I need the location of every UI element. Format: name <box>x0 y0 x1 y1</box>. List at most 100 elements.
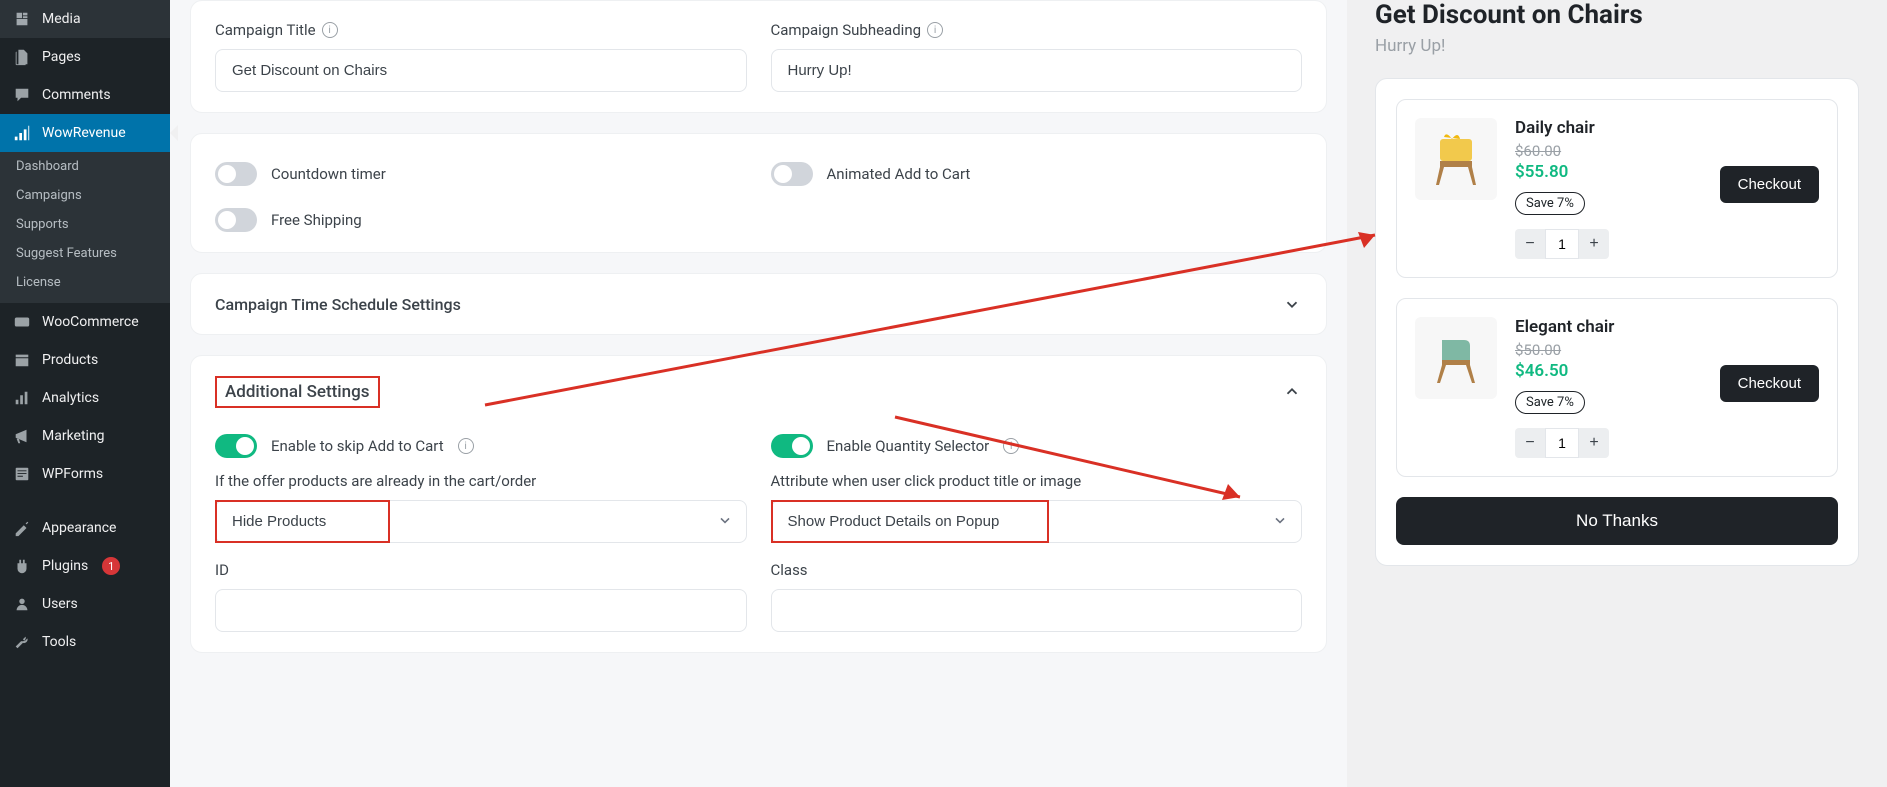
toggle-qty-selector[interactable] <box>771 434 813 458</box>
sidebar-label: Pages <box>42 49 81 65</box>
sidebar-item-wowrevenue[interactable]: WowRevenue <box>0 114 170 152</box>
campaign-subheading-input[interactable] <box>771 49 1303 92</box>
sublink-suggest[interactable]: Suggest Features <box>0 239 170 268</box>
sidebar-item-products[interactable]: Products <box>0 341 170 379</box>
appearance-icon <box>12 518 32 538</box>
sidebar-item-comments[interactable]: Comments <box>0 76 170 114</box>
tools-icon <box>12 632 32 652</box>
product-name: Daily chair <box>1515 118 1819 138</box>
toggle-skip-addtocart[interactable] <box>215 434 257 458</box>
sidebar-label: Comments <box>42 87 111 103</box>
no-thanks-button[interactable]: No Thanks <box>1396 497 1838 545</box>
select-show-popup[interactable]: Show Product Details on Popup <box>771 500 1303 543</box>
chevron-down-icon <box>1282 294 1302 314</box>
info-icon[interactable]: i <box>1003 438 1019 454</box>
panel-additional: Additional Settings Enable to skip Add t… <box>190 355 1327 653</box>
campaign-title-input[interactable] <box>215 49 747 92</box>
main-content: Campaign Title i Campaign Subheading i <box>170 0 1347 787</box>
product-name: Elegant chair <box>1515 317 1819 337</box>
sidebar-label: WooCommerce <box>42 314 139 330</box>
sidebar-item-woocommerce[interactable]: WooCommerce <box>0 303 170 341</box>
sidebar-label: Tools <box>42 634 76 650</box>
info-icon[interactable]: i <box>458 438 474 454</box>
qty-input[interactable] <box>1545 428 1579 458</box>
sidebar-label: WPForms <box>42 466 103 482</box>
toggle-qty-label: Enable Quantity Selector <box>827 437 990 455</box>
marketing-icon <box>12 426 32 446</box>
sublink-supports[interactable]: Supports <box>0 210 170 239</box>
cart-question-label: If the offer products are already in the… <box>215 472 747 490</box>
wowrevenue-icon <box>12 123 32 143</box>
qty-increase-button[interactable]: + <box>1579 229 1609 259</box>
qty-decrease-button[interactable]: − <box>1515 229 1545 259</box>
sublink-license[interactable]: License <box>0 268 170 297</box>
qty-input[interactable] <box>1545 229 1579 259</box>
chair-icon <box>1426 328 1486 388</box>
qty-decrease-button[interactable]: − <box>1515 428 1545 458</box>
analytics-icon <box>12 388 32 408</box>
users-icon <box>12 594 32 614</box>
sidebar-item-tools[interactable]: Tools <box>0 623 170 661</box>
quantity-selector: − + <box>1515 428 1819 458</box>
sidebar-item-plugins[interactable]: Plugins 1 <box>0 547 170 585</box>
sidebar-item-pages[interactable]: Pages <box>0 38 170 76</box>
panel-campaign-titles: Campaign Title i Campaign Subheading i <box>190 0 1327 113</box>
select-hide-products[interactable]: Hide Products <box>215 500 747 543</box>
quantity-selector: − + <box>1515 229 1819 259</box>
id-label: ID <box>215 561 747 579</box>
annotation-box: Additional Settings <box>215 376 380 408</box>
toggle-freeshipping-label: Free Shipping <box>271 211 362 229</box>
qty-increase-button[interactable]: + <box>1579 428 1609 458</box>
product-image[interactable] <box>1415 118 1497 200</box>
info-icon[interactable]: i <box>322 22 338 38</box>
sidebar-label: Media <box>42 11 81 27</box>
sublink-dashboard[interactable]: Dashboard <box>0 152 170 181</box>
sidebar-item-appearance[interactable]: Appearance <box>0 509 170 547</box>
toggle-freeshipping[interactable] <box>215 208 257 232</box>
woo-icon <box>12 312 32 332</box>
save-badge: Save 7% <box>1515 391 1585 414</box>
price-old: $60.00 <box>1515 142 1819 160</box>
sidebar-item-media[interactable]: Media <box>0 0 170 38</box>
toggle-skip-label: Enable to skip Add to Cart <box>271 437 444 455</box>
checkout-button[interactable]: Checkout <box>1720 365 1819 402</box>
plugins-badge: 1 <box>102 557 120 575</box>
preview-pane: Get Discount on Chairs Hurry Up! Daily c… <box>1347 0 1887 787</box>
comments-icon <box>12 85 32 105</box>
media-icon <box>12 9 32 29</box>
wpforms-icon <box>12 464 32 484</box>
chair-icon <box>1426 129 1486 189</box>
sidebar-item-analytics[interactable]: Analytics <box>0 379 170 417</box>
chevron-up-icon[interactable] <box>1282 382 1302 402</box>
checkout-button[interactable]: Checkout <box>1720 166 1819 203</box>
panel-toggles: Countdown timer Free Shipping Animated A… <box>190 133 1327 253</box>
toggle-countdown[interactable] <box>215 162 257 186</box>
sidebar-submenu: Dashboard Campaigns Supports Suggest Fea… <box>0 152 170 303</box>
campaign-title-label: Campaign Title i <box>215 21 747 39</box>
sidebar-label: Users <box>42 596 78 612</box>
panel-schedule[interactable]: Campaign Time Schedule Settings <box>190 273 1327 335</box>
admin-sidebar: Media Pages Comments WowRevenue Dashboar… <box>0 0 170 787</box>
sidebar-label: WowRevenue <box>42 125 126 141</box>
sidebar-item-marketing[interactable]: Marketing <box>0 417 170 455</box>
product-card: Elegant chair $50.00 $46.50 Save 7% − + … <box>1396 298 1838 477</box>
sidebar-label: Plugins <box>42 558 88 574</box>
sidebar-label: Marketing <box>42 428 105 444</box>
toggle-animated-cart[interactable] <box>771 162 813 186</box>
info-icon[interactable]: i <box>927 22 943 38</box>
sidebar-item-users[interactable]: Users <box>0 585 170 623</box>
class-label: Class <box>771 561 1303 579</box>
preview-subheading: Hurry Up! <box>1375 36 1859 56</box>
campaign-subheading-label: Campaign Subheading i <box>771 21 1303 39</box>
product-image[interactable] <box>1415 317 1497 399</box>
sidebar-item-wpforms[interactable]: WPForms <box>0 455 170 493</box>
class-input[interactable] <box>771 589 1303 632</box>
id-input[interactable] <box>215 589 747 632</box>
sublink-campaigns[interactable]: Campaigns <box>0 181 170 210</box>
preview-card: Daily chair $60.00 $55.80 Save 7% − + Ch… <box>1375 78 1859 566</box>
attr-question-label: Attribute when user click product title … <box>771 472 1303 490</box>
sidebar-label: Appearance <box>42 520 116 536</box>
save-badge: Save 7% <box>1515 192 1585 215</box>
price-old: $50.00 <box>1515 341 1819 359</box>
pages-icon <box>12 47 32 67</box>
